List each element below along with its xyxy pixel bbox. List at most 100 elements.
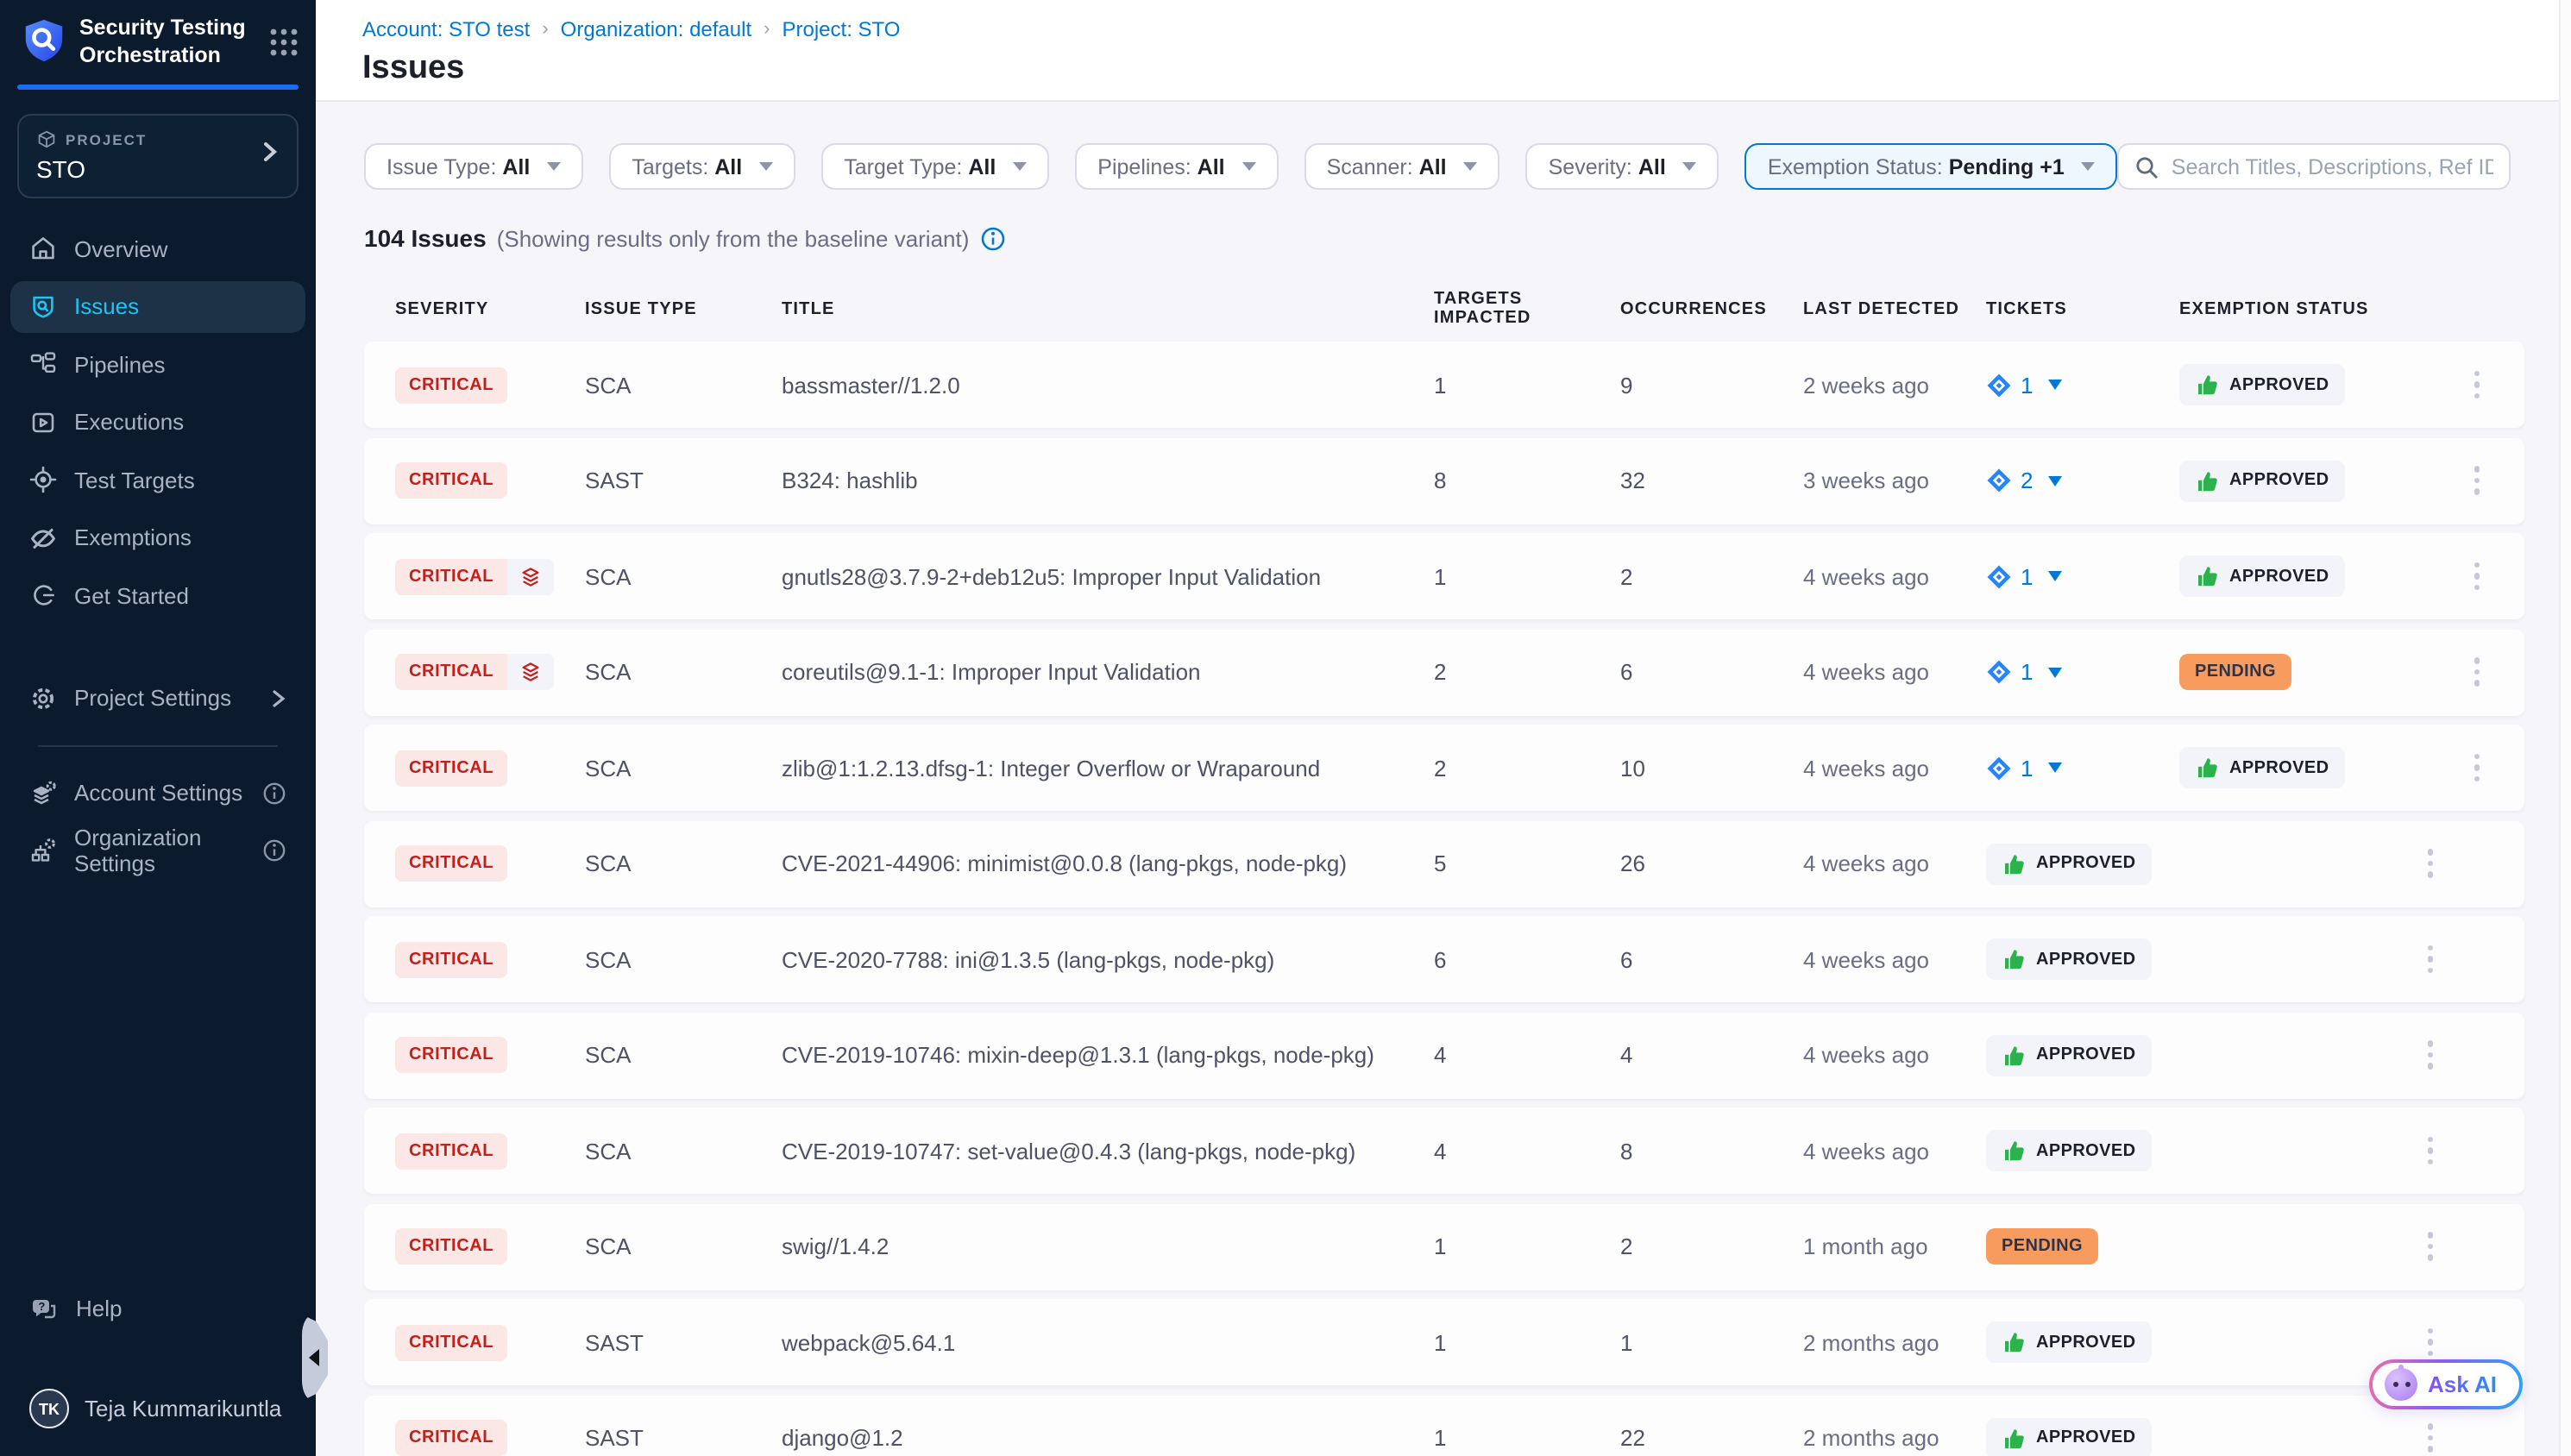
exemption-status-badge: APPROVED (2179, 747, 2344, 788)
targets-impacted-value: 1 (1434, 372, 1620, 398)
table-row[interactable]: CRITICAL SCA CVE-2019-10747: set-value@0… (364, 1108, 2524, 1194)
sidebar-item-pipelines[interactable]: Pipelines (10, 338, 305, 390)
table-row[interactable]: CRITICAL SCA bassmaster//1.2.0 1 9 2 wee… (364, 342, 2524, 428)
row-menu-button[interactable] (2463, 364, 2490, 406)
table-row[interactable]: CRITICAL SCA CVE-2020-7788: ini@1.3.5 (l… (364, 916, 2524, 1002)
chevron-down-icon (547, 162, 561, 171)
filter-pill-scanner[interactable]: Scanner: All (1304, 143, 1500, 190)
breadcrumb-project[interactable]: Project: STO (783, 17, 901, 41)
issue-title[interactable]: coreutils@9.1-1: Improper Input Validati… (782, 659, 1434, 685)
main-content: Account: STO test › Organization: defaul… (316, 0, 2571, 1456)
col-issue-type[interactable]: ISSUE TYPE (585, 299, 782, 318)
issue-title[interactable]: CVE-2021-44906: minimist@0.0.8 (lang-pkg… (782, 850, 1434, 876)
col-title[interactable]: TITLE (782, 299, 1434, 318)
row-menu-button[interactable] (2417, 1321, 2443, 1364)
sidebar-item-project-settings[interactable]: Project Settings (10, 672, 305, 724)
thumbs-up-icon (2002, 1330, 2026, 1354)
row-menu-button[interactable] (2417, 843, 2443, 885)
table-row[interactable]: CRITICAL SCA swig//1.4.2 1 2 1 month ago (364, 1203, 2524, 1290)
issue-title[interactable]: django@1.2 (782, 1425, 1434, 1451)
breadcrumb-separator: › (764, 19, 770, 40)
filter-pill-pipelines[interactable]: Pipelines: All (1075, 143, 1278, 190)
issue-type: SCA (585, 659, 782, 685)
filter-pill-exemption-status[interactable]: Exemption Status: Pending +1 (1745, 143, 2118, 190)
info-icon[interactable] (979, 225, 1005, 251)
table-row[interactable]: CRITICAL SAST webpack@5.64.1 1 1 2 month… (364, 1299, 2524, 1385)
ticket-cell[interactable]: 1 (1986, 372, 2179, 398)
issue-title[interactable]: B324: hashlib (782, 468, 1434, 493)
filter-pill-target-type[interactable]: Target Type: All (821, 143, 1049, 190)
sidebar-item-get-started[interactable]: Get Started (10, 569, 305, 621)
issue-title[interactable]: CVE-2019-10747: set-value@0.4.3 (lang-pk… (782, 1138, 1434, 1164)
row-menu-button[interactable] (2463, 555, 2490, 598)
ask-ai-button[interactable]: Ask AI (2369, 1359, 2523, 1409)
module-grid-icon[interactable] (269, 28, 299, 57)
table-row[interactable]: CRITICAL SCA coreutils@9.1-1: Improper I… (364, 629, 2524, 715)
issue-title[interactable]: webpack@5.64.1 (782, 1329, 1434, 1355)
severity-badge: CRITICAL (395, 558, 507, 594)
row-menu-button[interactable] (2463, 651, 2490, 693)
sidebar-item-exemptions[interactable]: Exemptions (10, 511, 305, 563)
nav-label: Account Settings (74, 780, 242, 806)
sidebar-item-overview[interactable]: Overview (10, 223, 305, 274)
row-menu-button[interactable] (2417, 938, 2443, 981)
table-row[interactable]: CRITICAL SCA CVE-2021-44906: minimist@0.… (364, 820, 2524, 907)
issue-title[interactable]: zlib@1:1.2.13.dfsg-1: Integer Overflow o… (782, 755, 1434, 781)
search-box[interactable] (2118, 143, 2511, 190)
table-row[interactable]: CRITICAL SAST B324: hashlib 8 32 3 weeks… (364, 437, 2524, 524)
sidebar-item-issues[interactable]: Issues (10, 280, 305, 332)
project-name: STO (36, 155, 280, 183)
jira-ticket-icon (1986, 659, 2012, 685)
table-row[interactable]: CRITICAL SAST django@1.2 1 22 2 months a… (364, 1395, 2524, 1456)
row-menu-button[interactable] (2417, 1226, 2443, 1268)
filter-toolbar: Issue Type: All Targets: All Target Type… (364, 143, 2511, 190)
col-tickets[interactable]: TICKETS (1986, 299, 2179, 318)
ticket-cell[interactable]: 1 (1986, 563, 2179, 589)
ticket-caret-icon (2048, 380, 2062, 390)
issue-title[interactable]: CVE-2020-7788: ini@1.3.5 (lang-pkgs, nod… (782, 946, 1434, 972)
occurrences-value: 1 (1620, 1329, 1803, 1355)
filter-pill-issue-type[interactable]: Issue Type: All (364, 143, 583, 190)
nav-label: Test Targets (74, 467, 195, 493)
col-last-detected[interactable]: LAST DETECTED (1803, 299, 1986, 318)
user-menu[interactable]: TK Teja Kummarikuntla (10, 1378, 305, 1439)
sidebar-item-executions[interactable]: Executions (10, 396, 305, 448)
layers-icon (507, 654, 554, 690)
severity-badge: CRITICAL (395, 1133, 507, 1169)
col-targets-impacted[interactable]: TARGETS IMPACTED (1434, 290, 1620, 328)
row-menu-button[interactable] (2463, 460, 2490, 502)
col-occurrences[interactable]: OCCURRENCES (1620, 299, 1803, 318)
exemption-status-badge: APPROVED (1986, 938, 2151, 980)
issue-title[interactable]: bassmaster//1.2.0 (782, 372, 1434, 398)
search-input[interactable] (2172, 154, 2493, 179)
filter-pill-targets[interactable]: Targets: All (609, 143, 795, 190)
issue-title[interactable]: gnutls28@3.7.9-2+deb12u5: Improper Input… (782, 563, 1434, 589)
row-menu-button[interactable] (2463, 747, 2490, 789)
project-selector[interactable]: PROJECT STO (17, 114, 299, 198)
breadcrumb-organization[interactable]: Organization: default (561, 17, 752, 41)
chevron-right-icon (259, 140, 280, 164)
sidebar-item-organization-settings[interactable]: Organization Settings (10, 825, 305, 876)
ai-mascot-icon (2385, 1368, 2417, 1401)
issue-title[interactable]: swig//1.4.2 (782, 1233, 1434, 1259)
col-exemption-status[interactable]: EXEMPTION STATUS (2179, 299, 2447, 318)
scrollbar-track[interactable] (2559, 0, 2571, 1456)
row-menu-button[interactable] (2417, 1130, 2443, 1172)
sidebar-item-help[interactable]: ? Help (10, 1283, 305, 1334)
table-row[interactable]: CRITICAL SCA CVE-2019-10746: mixin-deep@… (364, 1012, 2524, 1098)
table-row[interactable]: CRITICAL SCA gnutls28@3.7.9-2+deb12u5: I… (364, 533, 2524, 619)
ticket-cell[interactable]: 2 (1986, 468, 2179, 493)
targets-impacted-value: 1 (1434, 563, 1620, 589)
sidebar-item-test-targets[interactable]: Test Targets (10, 454, 305, 505)
filter-pill-severity[interactable]: Severity: All (1526, 143, 1719, 190)
col-severity[interactable]: SEVERITY (395, 299, 585, 318)
ticket-cell[interactable]: 1 (1986, 755, 2179, 781)
table-row[interactable]: CRITICAL SCA zlib@1:1.2.13.dfsg-1: Integ… (364, 725, 2524, 811)
sidebar-item-account-settings[interactable]: Account Settings (10, 767, 305, 819)
nav-label: Pipelines (74, 351, 166, 377)
row-menu-button[interactable] (2417, 1417, 2443, 1456)
row-menu-button[interactable] (2417, 1034, 2443, 1076)
issue-title[interactable]: CVE-2019-10746: mixin-deep@1.3.1 (lang-p… (782, 1042, 1434, 1068)
ticket-cell[interactable]: 1 (1986, 659, 2179, 685)
breadcrumb-account[interactable]: Account: STO test (362, 17, 530, 41)
